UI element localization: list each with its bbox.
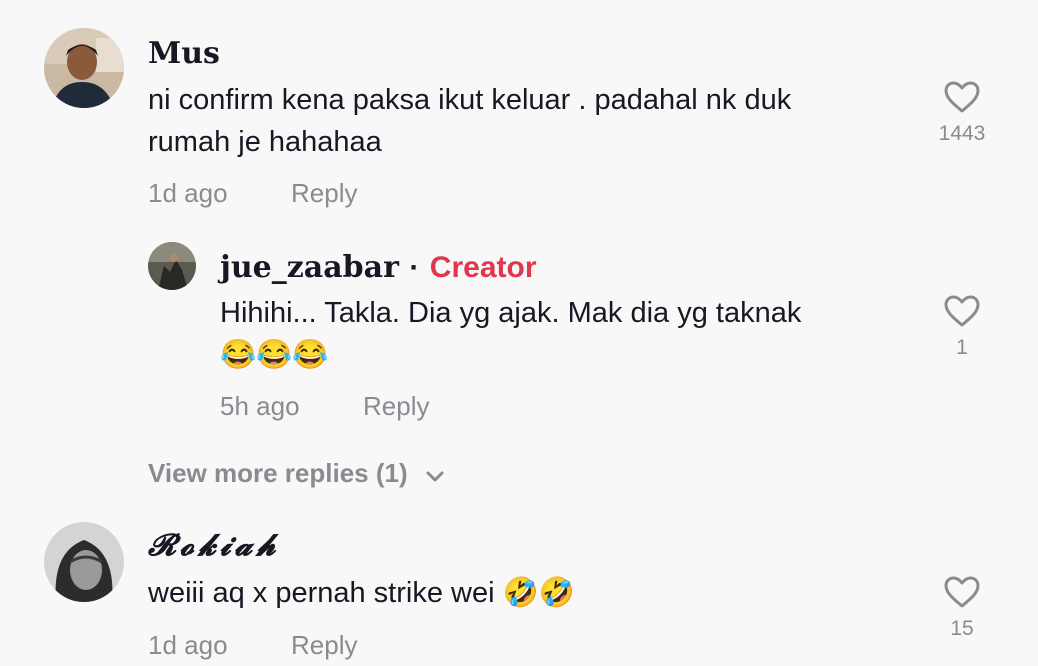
heart-outline-icon <box>922 80 1002 114</box>
reply-button[interactable]: Reply <box>291 630 357 661</box>
username[interactable]: Mus <box>148 36 220 71</box>
avatar[interactable] <box>148 242 196 290</box>
view-more-replies-button[interactable]: View more replies (1) <box>148 458 445 491</box>
like-button[interactable]: 1 <box>922 294 1002 360</box>
comment-text-line: Hihihi... Takla. Dia yg ajak. Mak dia yg… <box>220 297 802 329</box>
heart-outline-icon <box>922 575 1002 609</box>
separator-dot: · <box>409 251 420 284</box>
timestamp: 1d ago <box>148 178 228 208</box>
reply-button[interactable]: Reply <box>363 391 429 422</box>
like-count: 1443 <box>938 122 986 145</box>
like-count: 1 <box>956 336 968 359</box>
like-button[interactable]: 1443 <box>922 80 1002 146</box>
avatar[interactable] <box>44 28 124 108</box>
timestamp: 5h ago <box>220 391 300 421</box>
reply-username[interactable]: jue_zaabar <box>220 250 399 285</box>
reply-button[interactable]: Reply <box>291 178 357 209</box>
comment-text: ni confirm kena paksa ikut keluar . pada… <box>148 79 791 163</box>
comment-text: weiii aq x pernah strike wei 🤣🤣 <box>148 577 575 609</box>
avatar[interactable] <box>44 522 124 602</box>
heart-outline-icon <box>922 294 1002 328</box>
username[interactable]: 𝓡𝓸𝓴𝓲𝓪𝓱 <box>148 528 280 563</box>
comment-text-line: 😂😂😂 <box>220 339 329 371</box>
view-more-replies-label: View more replies (1) <box>148 458 408 488</box>
username[interactable]: jue_zaabar · Creator <box>220 250 537 285</box>
creator-badge: Creator <box>429 251 537 284</box>
comment-text-line: rumah je hahahaa <box>148 126 382 158</box>
like-button[interactable]: 15 <box>922 575 1002 641</box>
timestamp: 1d ago <box>148 630 228 660</box>
comment-text-line: ni confirm kena paksa ikut keluar . pada… <box>148 84 792 116</box>
chevron-down-icon <box>425 460 445 491</box>
like-count: 15 <box>950 617 974 640</box>
comment-text: Hihihi... Takla. Dia yg ajak. Mak dia yg… <box>220 292 801 376</box>
